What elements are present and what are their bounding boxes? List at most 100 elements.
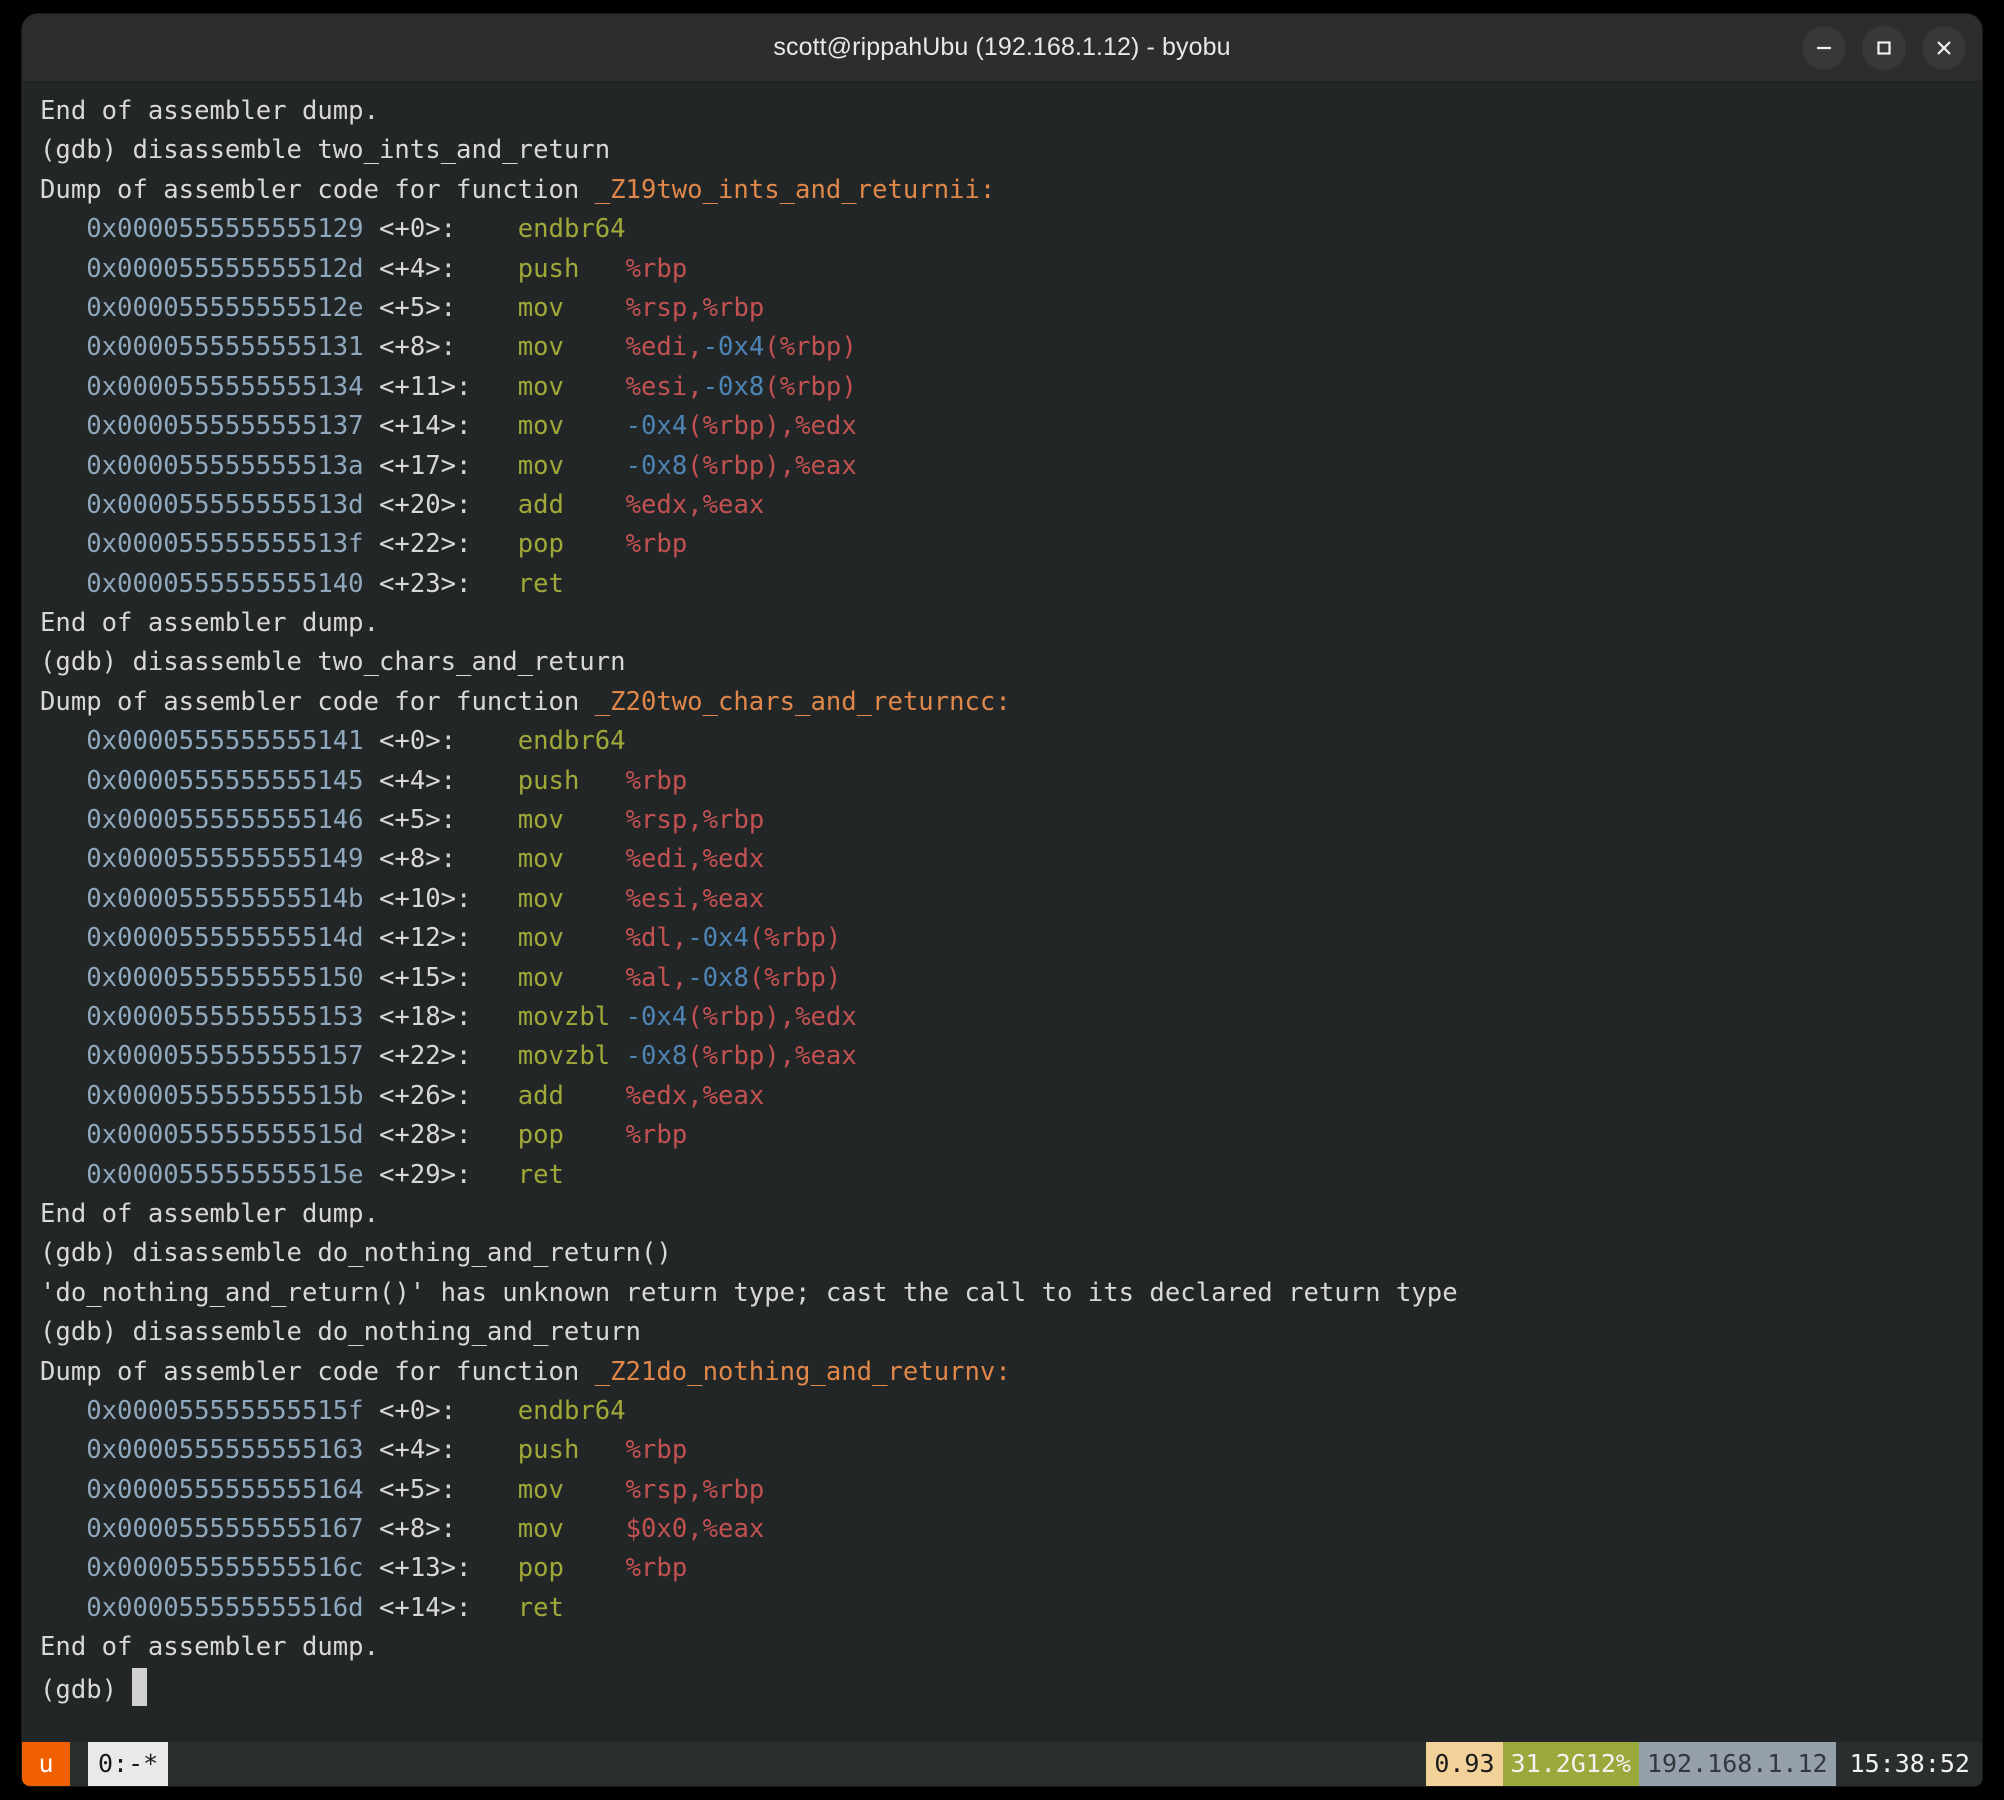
insn-address: 0x0000555555555145 [86, 765, 364, 796]
terminal-body[interactable]: End of assembler dump. (gdb) disassemble … [22, 82, 1982, 1786]
terminal-line: End of assembler dump. [40, 1628, 1982, 1667]
insn-space [364, 1160, 379, 1190]
terminal-line: 0x0000555555555150 <+15>: mov %al,-0x8(%… [40, 959, 1982, 998]
insn-address: 0x0000555555555141 [86, 726, 364, 757]
terminal-line: Dump of assembler code for function _Z20… [40, 683, 1982, 722]
close-button[interactable] [1922, 25, 1966, 70]
insn-offset: <+10>: [379, 883, 487, 914]
insn-address: 0x0000555555555134 [86, 371, 364, 402]
terminal-line: (gdb) disassemble do_nothing_and_return [40, 1313, 1982, 1352]
insn-indent [40, 1553, 86, 1583]
insn-mnemonic: mov [517, 923, 626, 954]
terminal-line: 0x0000555555555141 <+0>: endbr64 [40, 722, 1982, 761]
byobu-status-bar: u 0:-* 0.93 31.2G12% 192.168.1.12 15:38:… [22, 1742, 1982, 1786]
insn-address: 0x000055555555514b [86, 883, 364, 914]
insn-space [487, 214, 518, 244]
status-session-indicator[interactable]: u [22, 1742, 70, 1786]
insn-space [364, 923, 379, 953]
insn-mnemonic: ret [517, 1592, 626, 1623]
insn-operand: %edx,%eax [625, 489, 765, 520]
insn-space [487, 923, 518, 953]
terminal-output-text: 'do_nothing_and_return()' has unknown re… [40, 1277, 1458, 1308]
insn-space [364, 1081, 379, 1111]
insn-operand: -0x4 [625, 1001, 688, 1032]
insn-operand: %rbp [625, 765, 688, 796]
insn-mnemonic: mov [517, 450, 626, 481]
insn-address: 0x0000555555555149 [86, 844, 364, 875]
status-clock: 15:38:52 [1835, 1742, 1982, 1786]
insn-indent [40, 884, 86, 914]
terminal-line: (gdb) [40, 1667, 1982, 1707]
terminal-line: 0x000055555555515d <+28>: pop %rbp [40, 1116, 1982, 1155]
insn-indent [40, 963, 86, 993]
window-title: scott@rippahUbu (192.168.1.12) - byobu [773, 33, 1231, 61]
terminal-line: 0x0000555555555129 <+0>: endbr64 [40, 210, 1982, 249]
window-controls [1802, 14, 1966, 81]
insn-space [487, 1553, 518, 1583]
insn-address: 0x0000555555555157 [86, 1041, 364, 1072]
insn-space [487, 1435, 518, 1465]
insn-address: 0x000055555555515f [86, 1395, 364, 1426]
insn-space [364, 254, 379, 284]
status-window-list[interactable]: 0:-* [88, 1742, 169, 1786]
insn-offset: <+13>: [379, 1553, 487, 1584]
insn-mnemonic: endbr64 [517, 1395, 626, 1426]
terminal-window: scott@rippahUbu (192.168.1.12) - byobu E… [22, 14, 1982, 1786]
insn-operand: %rbp [625, 1553, 688, 1584]
insn-indent [40, 332, 86, 362]
insn-space [364, 490, 379, 520]
insn-offset: <+12>: [379, 923, 487, 954]
insn-mnemonic: movzbl [517, 1041, 626, 1072]
window-titlebar[interactable]: scott@rippahUbu (192.168.1.12) - byobu [22, 14, 1982, 82]
insn-space [364, 372, 379, 402]
insn-operand: %rsp,%rbp [625, 1474, 765, 1505]
insn-space [487, 411, 518, 441]
terminal-line: 0x000055555555513d <+20>: add %edx,%eax [40, 486, 1982, 525]
insn-offset: <+20>: [379, 489, 487, 520]
terminal-line: 0x0000555555555145 <+4>: push %rbp [40, 762, 1982, 801]
insn-space [364, 529, 379, 559]
terminal-line: 0x0000555555555131 <+8>: mov %edi,-0x4(%… [40, 328, 1982, 367]
insn-space [364, 214, 379, 244]
insn-space [487, 490, 518, 520]
minimize-button[interactable] [1802, 25, 1846, 70]
terminal-line: 0x000055555555513a <+17>: mov -0x8(%rbp)… [40, 447, 1982, 486]
insn-operand: -0x8 [625, 1041, 688, 1072]
insn-space [487, 372, 518, 402]
insn-space [487, 963, 518, 993]
insn-space [364, 805, 379, 835]
insn-operand: (%rbp) [748, 923, 842, 954]
insn-mnemonic: push [517, 765, 626, 796]
insn-space [487, 529, 518, 559]
insn-mnemonic: mov [517, 371, 626, 402]
terminal-output-text: End of assembler dump. [40, 96, 379, 126]
gdb-prompt-line: (gdb) disassemble do_nothing_and_return(… [40, 1238, 672, 1269]
insn-space [487, 1396, 518, 1426]
insn-operand: %rbp [625, 529, 688, 560]
insn-operand: (%rbp),%edx [687, 1001, 857, 1032]
insn-offset: <+23>: [379, 568, 487, 599]
insn-indent [40, 254, 86, 284]
insn-address: 0x000055555555516d [86, 1592, 364, 1623]
dump-header-prefix: Dump of assembler code for function [40, 174, 595, 205]
status-ip-address: 192.168.1.12 [1638, 1742, 1836, 1786]
terminal-line: 0x000055555555515f <+0>: endbr64 [40, 1392, 1982, 1431]
insn-offset: <+22>: [379, 529, 487, 560]
insn-space [487, 1002, 518, 1032]
terminal-screen[interactable]: End of assembler dump. (gdb) disassemble … [22, 92, 1982, 1707]
insn-space [364, 963, 379, 993]
insn-indent [40, 1514, 86, 1544]
terminal-line: 0x000055555555514b <+10>: mov %esi,%eax [40, 880, 1982, 919]
terminal-line: 0x0000555555555167 <+8>: mov $0x0,%eax [40, 1510, 1982, 1549]
insn-offset: <+22>: [379, 1041, 487, 1072]
insn-space [487, 1160, 518, 1190]
insn-indent [40, 844, 86, 874]
insn-mnemonic: push [517, 1435, 626, 1466]
dump-header-prefix: Dump of assembler code for function [40, 1356, 595, 1387]
insn-indent [40, 1396, 86, 1426]
insn-space [487, 569, 518, 599]
gdb-prompt-line: (gdb) disassemble two_ints_and_return [40, 135, 611, 166]
insn-indent [40, 490, 86, 520]
maximize-button[interactable] [1862, 25, 1906, 70]
insn-address: 0x0000555555555163 [86, 1435, 364, 1466]
